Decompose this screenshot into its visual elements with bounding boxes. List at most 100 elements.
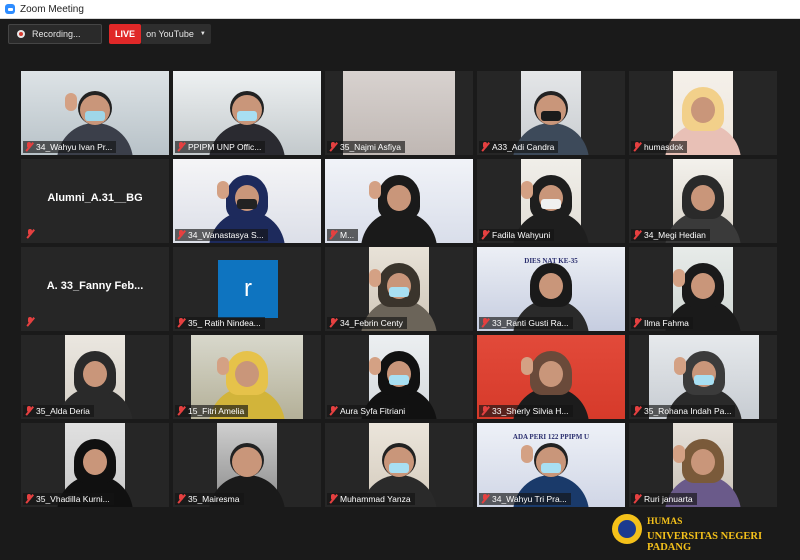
participant-tile[interactable]: 35_Mairesma <box>173 423 321 507</box>
university-logo <box>612 514 642 544</box>
participant-tile[interactable]: M... <box>325 159 473 243</box>
muted-mic-icon <box>480 142 490 152</box>
participant-name-tag: 34_Wahyu Tri Pra... <box>479 493 571 505</box>
title-bar: Zoom Meeting <box>0 0 800 19</box>
muted-mic-icon <box>25 229 35 239</box>
participant-name-tag: PPIPM UNP Offic... <box>175 141 266 153</box>
saluting-hand <box>217 181 229 199</box>
participant-name: A33_Adi Candra <box>492 142 555 152</box>
participant-name-tag: 33_Sherly Silvia H... <box>479 405 573 417</box>
saluting-hand <box>369 357 381 375</box>
person-face <box>691 273 715 299</box>
participant-name-tag: M... <box>327 229 359 241</box>
participant-tile[interactable]: ADA PERI 122 PPIPM U 34_Wahyu Tri Pra... <box>477 423 625 507</box>
participant-name: 35_Mairesma <box>188 494 240 504</box>
saluting-hand <box>369 181 381 199</box>
participant-tile[interactable]: Alumni_A.31__BG <box>21 159 169 243</box>
participant-tile[interactable]: 34_Megi Hedian <box>629 159 777 243</box>
participant-display-name: Alumni_A.31__BG <box>47 192 143 204</box>
muted-mic-icon <box>24 406 34 416</box>
window-title: Zoom Meeting <box>20 3 84 15</box>
saluting-hand <box>217 357 229 375</box>
muted-mic-icon <box>24 142 34 152</box>
person-face <box>691 97 715 123</box>
participant-tile[interactable]: Muhammad Yanza <box>325 423 473 507</box>
face-mask <box>237 111 257 121</box>
participant-name-tag: 33_Ranti Gusti Ra... <box>479 317 573 329</box>
person-face <box>539 361 563 387</box>
participant-name: Aura Syfa Fitriani <box>340 406 406 416</box>
meeting-toolbar: Recording... LIVE on YouTube ▼ <box>0 19 800 49</box>
muted-mic-icon <box>176 494 186 504</box>
participant-tile[interactable]: 34_Febrin Centy <box>325 247 473 331</box>
person-face <box>83 361 107 387</box>
participant-name-tag: 34_Megi Hedian <box>631 229 710 241</box>
person-face <box>387 185 411 211</box>
participant-name-tag: 35_Vhadilla Kurni... <box>23 493 114 505</box>
participant-name-tag: Muhammad Yanza <box>327 493 415 505</box>
participant-tile[interactable]: 34_Wahyu Ivan Pr... <box>21 71 169 155</box>
saluting-hand <box>521 445 533 463</box>
participant-tile[interactable]: A. 33_Fanny Feb... <box>21 247 169 331</box>
participant-name: humasdok <box>644 142 684 152</box>
saluting-hand <box>369 269 381 287</box>
muted-mic-icon <box>328 494 338 504</box>
participant-tile[interactable]: 15_Fitri Amelia <box>173 335 321 419</box>
face-mask <box>389 375 409 385</box>
participant-tile[interactable]: Aura Syfa Fitriani <box>325 335 473 419</box>
participant-tile[interactable]: DIES NAT KE-35 33_Ranti Gusti Ra... <box>477 247 625 331</box>
participant-name: 35_Alda Deria <box>36 406 90 416</box>
muted-mic-icon <box>480 494 490 504</box>
muted-mic-icon <box>632 318 642 328</box>
person-face <box>691 449 715 475</box>
saluting-hand <box>65 93 77 111</box>
recording-indicator[interactable]: Recording... <box>8 24 102 44</box>
participant-tile[interactable]: 35_Najmi Asfiya <box>325 71 473 155</box>
face-mask <box>541 463 561 473</box>
muted-mic-icon <box>328 230 338 240</box>
participant-name-tag: Ruri januarta <box>631 493 697 505</box>
participant-tile[interactable]: Ruri januarta <box>629 423 777 507</box>
participant-name: Ilma Fahma <box>644 318 689 328</box>
participant-tile[interactable]: 34_Wanastasya S... <box>173 159 321 243</box>
participant-name: 35_Najmi Asfiya <box>340 142 401 152</box>
record-icon <box>17 30 25 38</box>
watermark-humas: HUMAS <box>647 517 683 527</box>
participant-tile[interactable]: 33_Sherly Silvia H... <box>477 335 625 419</box>
participant-name: 35_Rohana Indah Pa... <box>644 406 732 416</box>
participant-tile[interactable]: Fadila Wahyuni <box>477 159 625 243</box>
face-mask <box>389 463 409 473</box>
participant-name: Ruri januarta <box>644 494 693 504</box>
participant-name: 34_Wanastasya S... <box>188 230 264 240</box>
participant-tile[interactable]: A33_Adi Candra <box>477 71 625 155</box>
muted-mic-icon <box>328 406 338 416</box>
youtube-stream-dropdown[interactable]: on YouTube ▼ <box>141 24 211 44</box>
participant-tile[interactable]: Ilma Fahma <box>629 247 777 331</box>
face-mask <box>541 199 561 209</box>
participant-tile[interactable]: r 35_ Ratih Nindea... <box>173 247 321 331</box>
participant-name-tag: 34_Wanastasya S... <box>175 229 268 241</box>
face-mask <box>694 375 714 385</box>
saluting-hand <box>673 445 685 463</box>
muted-mic-icon <box>176 406 186 416</box>
participant-tile[interactable]: 35_Alda Deria <box>21 335 169 419</box>
youtube-label: on YouTube <box>146 29 194 39</box>
face-mask <box>85 111 105 121</box>
watermark-university: UNIVERSITAS NEGERI PADANG <box>647 531 763 553</box>
participant-name: Muhammad Yanza <box>340 494 411 504</box>
live-badge: LIVE <box>109 24 141 44</box>
muted-mic-icon <box>24 494 34 504</box>
participant-name-tag: A33_Adi Candra <box>479 141 559 153</box>
saluting-hand <box>674 357 686 375</box>
participant-name-tag: 34_Wahyu Ivan Pr... <box>23 141 117 153</box>
muted-mic-icon <box>25 317 35 327</box>
participant-name-tag: Aura Syfa Fitriani <box>327 405 410 417</box>
muted-mic-icon <box>328 318 338 328</box>
participant-tile[interactable]: 35_Rohana Indah Pa... <box>629 335 777 419</box>
participant-tile[interactable]: humasdok <box>629 71 777 155</box>
muted-mic-icon <box>632 494 642 504</box>
participant-tile[interactable]: 35_Vhadilla Kurni... <box>21 423 169 507</box>
participant-name-tag: 35_Mairesma <box>175 493 244 505</box>
person-face <box>232 447 262 477</box>
participant-tile[interactable]: PPIPM UNP Offic... <box>173 71 321 155</box>
